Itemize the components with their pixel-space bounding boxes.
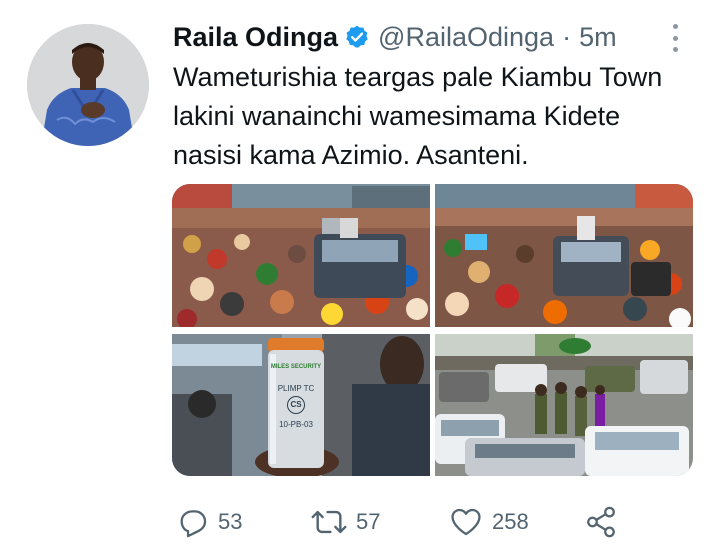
like-button[interactable]: 258: [448, 500, 529, 544]
retweet-button[interactable]: 57: [310, 500, 380, 544]
share-icon: [584, 505, 618, 539]
author-handle[interactable]: @RailaOdinga: [378, 22, 554, 53]
avatar[interactable]: [27, 24, 149, 146]
media-grid: MILES SECURITY PLIMP TC CS 10-PB-03: [172, 184, 693, 476]
tweet-text: Wameturishia teargas pale Kiambu Town la…: [173, 58, 693, 175]
photo-crowd-street[interactable]: [172, 184, 430, 327]
canister-brand: MILES SECURITY: [270, 364, 322, 370]
reply-count: 53: [218, 509, 243, 534]
photo-teargas-canister[interactable]: MILES SECURITY PLIMP TC CS 10-PB-03: [172, 334, 430, 476]
reply-button[interactable]: 53: [176, 500, 242, 544]
tweet-text-line: lakini wanainchi wamesimama Kidete: [173, 101, 621, 131]
photo-police-street[interactable]: [435, 334, 693, 476]
reply-icon: [176, 505, 210, 539]
share-button[interactable]: [584, 500, 618, 544]
canister-batch: 10-PB-03: [279, 420, 313, 429]
photo-crowd-vehicle[interactable]: [435, 184, 693, 327]
tweet-text-line: nasisi kama Azimio. Asanteni.: [173, 140, 529, 170]
tweet-card[interactable]: Raila Odinga @RailaOdinga · 5m Wameturis…: [0, 0, 720, 550]
tweet-header: Raila Odinga @RailaOdinga · 5m: [173, 20, 617, 54]
more-options-icon[interactable]: [664, 22, 686, 54]
author-name[interactable]: Raila Odinga: [173, 22, 338, 53]
canister-code: CS: [287, 396, 305, 414]
verified-badge-icon: [344, 24, 370, 50]
heart-icon: [448, 505, 484, 539]
tweet-timestamp[interactable]: 5m: [579, 22, 617, 53]
canister-label: MILES SECURITY PLIMP TC CS 10-PB-03: [268, 364, 324, 429]
header-separator: ·: [562, 21, 572, 52]
canister-model: PLIMP TC: [277, 384, 315, 393]
retweet-count: 57: [356, 509, 381, 534]
tweet-actions: 53 57 258: [176, 500, 636, 544]
retweet-icon: [310, 505, 348, 539]
tweet-text-line: Wameturishia teargas pale Kiambu Town: [173, 62, 663, 92]
like-count: 258: [492, 509, 529, 534]
